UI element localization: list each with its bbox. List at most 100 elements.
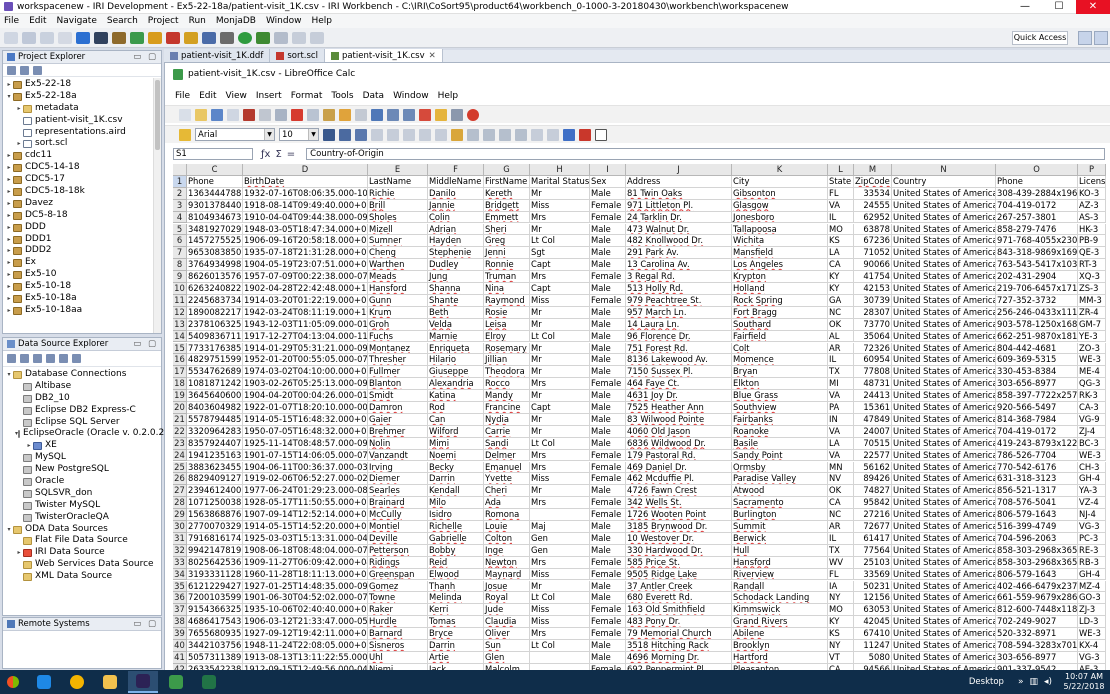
remove-decimal-icon[interactable] bbox=[515, 128, 527, 141]
table-cell[interactable]: 3883623455 bbox=[187, 461, 243, 474]
table-cell[interactable]: RT-3 bbox=[1078, 259, 1106, 272]
table-cell[interactable]: Nolin bbox=[368, 437, 428, 450]
table-cell[interactable]: ZJ-3 bbox=[1078, 604, 1106, 617]
table-cell[interactable]: 24555 bbox=[854, 199, 892, 212]
network-icon[interactable]: ▥ bbox=[1029, 677, 1038, 687]
table-cell[interactable]: United States of America bbox=[892, 330, 996, 343]
table-cell[interactable]: 957 March Ln. bbox=[626, 306, 732, 319]
table-cell[interactable]: 1943-12-03T11:05:09.000-01:00 bbox=[243, 318, 368, 331]
close-icon[interactable]: ✕ bbox=[1076, 0, 1110, 14]
table-cell[interactable]: 806-579-1643 bbox=[996, 509, 1078, 521]
table-cell[interactable]: Carrie bbox=[484, 425, 530, 438]
table-cell[interactable]: Wichita bbox=[732, 235, 828, 248]
column-header[interactable]: I bbox=[590, 164, 626, 176]
table-cell[interactable]: 63878 bbox=[854, 223, 892, 236]
table-cell[interactable]: Mrs bbox=[530, 556, 590, 569]
table-cell[interactable]: Schodack Landing bbox=[732, 592, 828, 605]
table-cell[interactable]: Josue bbox=[484, 580, 530, 593]
table-cell[interactable]: 89426 bbox=[854, 473, 892, 486]
sort-icon[interactable] bbox=[166, 31, 180, 44]
table-cell[interactable]: Rosie bbox=[484, 306, 530, 319]
table-cell[interactable]: Meads bbox=[368, 271, 428, 283]
table-cell[interactable]: Krum bbox=[368, 306, 428, 319]
table-cell[interactable]: 843-318-9869x169 bbox=[996, 247, 1078, 260]
table-cell[interactable]: Milo bbox=[428, 497, 484, 510]
tray-chevron-icon[interactable]: » bbox=[1018, 677, 1024, 687]
calc-menu-help[interactable]: Help bbox=[438, 91, 459, 101]
table-cell[interactable]: KS bbox=[828, 628, 854, 640]
table-cell[interactable]: Mr bbox=[530, 366, 590, 379]
project-tree-item[interactable]: ▸ Ex5-10 bbox=[5, 269, 161, 281]
table-cell[interactable]: 8136 Lakewood Av. bbox=[626, 354, 732, 367]
calc-sort-asc-icon[interactable] bbox=[387, 108, 399, 121]
menu-project[interactable]: Project bbox=[148, 16, 179, 26]
table-cell[interactable]: Jude bbox=[484, 604, 530, 617]
merge-cells-icon[interactable] bbox=[435, 128, 447, 141]
table-cell[interactable]: Alexandria bbox=[428, 378, 484, 391]
table-cell[interactable]: 513 Holly Rd. bbox=[626, 283, 732, 295]
table-cell[interactable]: 1974-03-02T04:10:00.000+08:30 bbox=[243, 366, 368, 379]
table-cell[interactable]: 202-431-2904 bbox=[996, 271, 1078, 283]
collapse-icon[interactable] bbox=[59, 354, 68, 363]
table-cell[interactable]: AR bbox=[828, 342, 854, 355]
table-cell[interactable]: CA bbox=[828, 497, 854, 510]
table-cell[interactable]: 609-369-5315 bbox=[996, 354, 1078, 367]
table-cell[interactable]: GH-4 bbox=[1078, 568, 1106, 581]
table-cell[interactable]: Montanez bbox=[368, 342, 428, 355]
calc-new-icon[interactable] bbox=[179, 108, 191, 121]
table-cell[interactable]: Bryce bbox=[428, 628, 484, 640]
table-cell[interactable]: 708-576-5041 bbox=[996, 497, 1078, 510]
table-cell[interactable]: Male bbox=[590, 425, 626, 438]
table-cell[interactable]: Male bbox=[590, 366, 626, 379]
table-cell[interactable]: United States of America bbox=[892, 425, 996, 438]
bold-icon[interactable] bbox=[323, 128, 335, 141]
table-cell[interactable]: Mimi bbox=[428, 437, 484, 450]
table-cell[interactable]: 786-526-7704 bbox=[996, 449, 1078, 462]
align-left-icon[interactable] bbox=[371, 128, 383, 141]
table-cell[interactable]: 469 Daniel Dr. bbox=[626, 461, 732, 474]
table-cell[interactable]: 8104934673 bbox=[187, 211, 243, 224]
table-cell[interactable]: 2394612400 bbox=[187, 485, 243, 498]
table-cell[interactable]: 1903-02-26T05:25:13.000-09:00 bbox=[243, 378, 368, 391]
table-cell[interactable]: FL bbox=[828, 187, 854, 200]
table-cell[interactable]: 971 Littleton Pl. bbox=[626, 199, 732, 212]
row-number[interactable]: 11 bbox=[173, 294, 187, 307]
calc-menu-insert[interactable]: Insert bbox=[256, 91, 282, 101]
table-cell[interactable]: MI bbox=[828, 378, 854, 391]
calc-menu-window[interactable]: Window bbox=[393, 91, 429, 101]
table-cell[interactable]: GM-7 bbox=[1078, 318, 1106, 331]
column-header[interactable]: M bbox=[854, 164, 892, 176]
table-cell[interactable]: Miss bbox=[530, 294, 590, 307]
table-cell[interactable]: Romona bbox=[484, 509, 530, 521]
table-cell[interactable]: NY bbox=[828, 592, 854, 605]
calc-menu-format[interactable]: Format bbox=[291, 91, 323, 101]
table-cell[interactable]: 482 Knollwood Dr. bbox=[626, 235, 732, 248]
table-cell[interactable]: United States of America bbox=[892, 628, 996, 640]
table-cell[interactable]: Tallapoosa bbox=[732, 223, 828, 236]
panel-controls[interactable]: ▭ ▢ bbox=[133, 619, 158, 629]
table-cell[interactable]: 473 Walnut Dr. bbox=[626, 223, 732, 236]
table-cell[interactable]: Montiel bbox=[368, 521, 428, 533]
remote-systems-title[interactable]: Remote Systems bbox=[18, 619, 90, 629]
project-tree-item[interactable]: ▸ DDD bbox=[5, 222, 161, 234]
table-cell[interactable]: 1908-06-18T08:48:04.000-07:00 bbox=[243, 544, 368, 557]
table-cell[interactable]: GH-4 bbox=[1078, 473, 1106, 486]
table-cell[interactable]: Isidro bbox=[428, 509, 484, 521]
table-cell[interactable]: 47849 bbox=[854, 413, 892, 426]
project-tree-item[interactable]: ▸ sort.scl bbox=[5, 138, 161, 150]
row-number[interactable]: 30 bbox=[173, 521, 187, 533]
table-cell[interactable]: LA bbox=[828, 437, 854, 450]
table-cell[interactable]: Rod bbox=[428, 402, 484, 414]
table-cell[interactable]: Gomez bbox=[368, 580, 428, 593]
table-cell[interactable]: United States of America bbox=[892, 640, 996, 652]
table-cell[interactable]: Female bbox=[590, 378, 626, 391]
table-cell[interactable]: United States of America bbox=[892, 497, 996, 510]
datasource-tree-item[interactable]: ▾ EclipseOracle (Oracle v. 0.2.0.2.0) bbox=[5, 428, 176, 440]
table-cell[interactable]: Miss bbox=[530, 616, 590, 629]
table-cell[interactable]: 662-251-9870x1815 bbox=[996, 330, 1078, 343]
table-cell[interactable]: United States of America bbox=[892, 461, 996, 474]
table-cell[interactable]: Vanzandt bbox=[368, 449, 428, 462]
table-cell[interactable]: OK bbox=[828, 485, 854, 498]
table-cell[interactable] bbox=[530, 651, 590, 664]
table-cell[interactable]: TX bbox=[828, 544, 854, 557]
